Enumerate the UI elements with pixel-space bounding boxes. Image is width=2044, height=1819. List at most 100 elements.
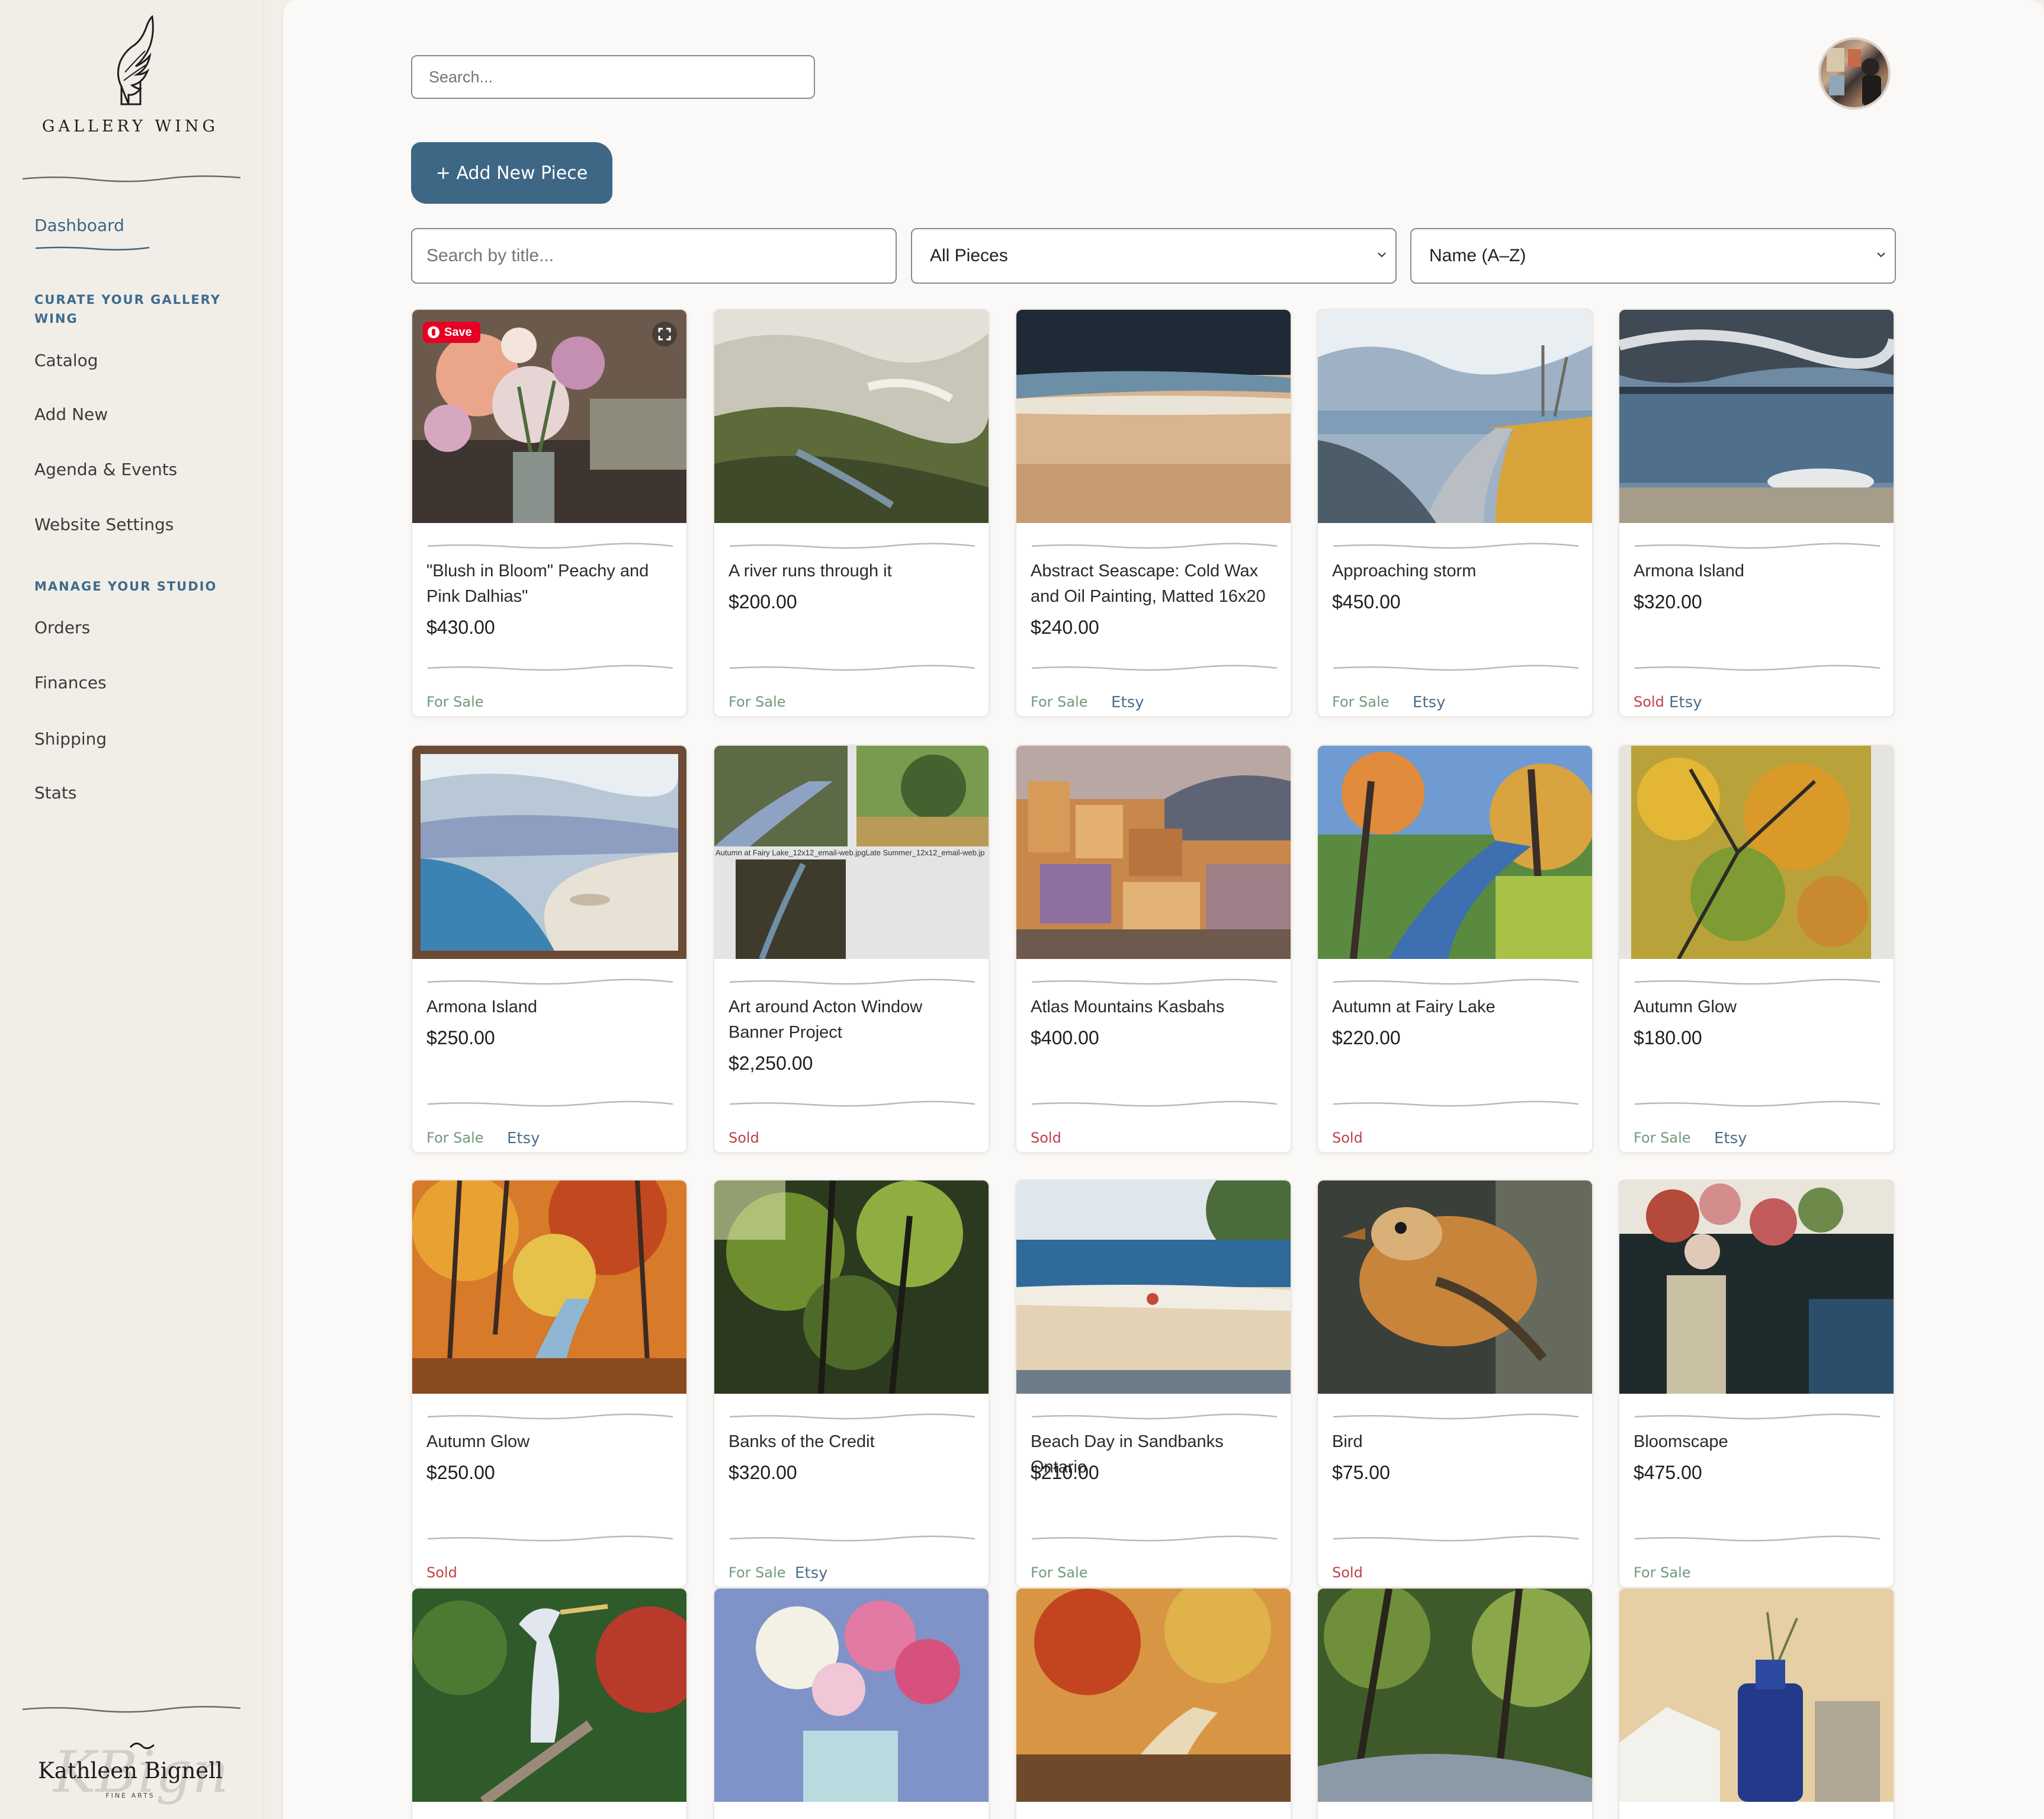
- sort-select[interactable]: Name (A–Z): [1410, 228, 1896, 284]
- status-badge: Sold: [729, 1130, 759, 1146]
- artwork-image[interactable]: [412, 746, 686, 959]
- artwork-title: Atlas Mountains Kasbahs: [1031, 997, 1225, 1016]
- artwork-image[interactable]: [1619, 1180, 1894, 1394]
- section-curate: CURATE YOUR GALLERY WING: [34, 293, 221, 326]
- etsy-link[interactable]: Etsy: [1669, 694, 1702, 711]
- artwork-image[interactable]: [714, 1589, 989, 1802]
- divider: [1031, 979, 1278, 985]
- artwork-card[interactable]: Armona Island $320.00 Sold Etsy: [1618, 309, 1895, 717]
- artwork-card[interactable]: Atlas Mountains Kasbahs $400.00 Sold: [1015, 745, 1292, 1153]
- artwork-card[interactable]: [411, 1587, 688, 1819]
- artwork-price: $450.00: [1332, 591, 1401, 612]
- wing-logo-icon[interactable]: [98, 15, 163, 110]
- avatar[interactable]: [1818, 37, 1891, 110]
- artwork-price: $320.00: [1634, 591, 1702, 612]
- status-badge: For Sale: [1634, 1564, 1691, 1581]
- artwork-price: $250.00: [426, 1027, 495, 1048]
- artwork-card[interactable]: Beach Day in Sandbanks Ontario $210.00 F…: [1015, 1179, 1292, 1588]
- status-badge: For Sale: [1634, 1130, 1691, 1146]
- divider: [427, 543, 673, 549]
- artwork-price: $250.00: [426, 1462, 495, 1483]
- etsy-link[interactable]: Etsy: [1413, 694, 1446, 711]
- artwork-image[interactable]: [1619, 1589, 1894, 1802]
- artwork-image[interactable]: [1619, 310, 1894, 523]
- status-badge: Sold: [1332, 1130, 1363, 1146]
- artwork-card[interactable]: Autumn Glow $250.00 Sold: [411, 1179, 688, 1588]
- status-badge: For Sale: [1031, 1564, 1088, 1581]
- divider: [427, 1535, 673, 1542]
- artwork-card[interactable]: Autumn at Fairy Lake_12x12_email-web.jpg…: [713, 745, 990, 1153]
- artwork-card[interactable]: Armona Island $250.00 For Sale Etsy: [411, 745, 688, 1153]
- artwork-price: $180.00: [1634, 1027, 1702, 1048]
- nav-finances[interactable]: Finances: [34, 673, 107, 692]
- etsy-link[interactable]: Etsy: [1714, 1130, 1747, 1147]
- pinterest-save-label: Save: [444, 325, 472, 339]
- artwork-card[interactable]: [1317, 1587, 1593, 1819]
- artwork-image[interactable]: [1318, 746, 1592, 959]
- artwork-image[interactable]: [1016, 310, 1291, 523]
- pinterest-save-button[interactable]: Save: [423, 322, 480, 343]
- artwork-image[interactable]: [1318, 1589, 1592, 1802]
- divider: [1031, 1535, 1278, 1542]
- artwork-image[interactable]: [412, 1180, 686, 1394]
- artwork-image[interactable]: [1016, 1180, 1291, 1394]
- artwork-card[interactable]: A river runs through it $200.00 For Sale: [713, 309, 990, 717]
- artwork-image[interactable]: [714, 310, 989, 523]
- artwork-title: "Blush in Bloom" Peachy and Pink Dalhias…: [426, 562, 649, 606]
- section-manage: MANAGE YOUR STUDIO: [34, 579, 217, 593]
- nav-catalog[interactable]: Catalog: [34, 351, 98, 370]
- nav-shipping[interactable]: Shipping: [34, 729, 107, 749]
- artwork-image[interactable]: [412, 1589, 686, 1802]
- divider: [729, 1413, 976, 1420]
- etsy-link[interactable]: Etsy: [1111, 694, 1144, 711]
- artwork-title: Abstract Seascape: Cold Wax and Oil Pain…: [1031, 562, 1266, 606]
- expand-icon[interactable]: [652, 322, 677, 347]
- artwork-card[interactable]: Approaching storm $450.00 For Sale Etsy: [1317, 309, 1593, 717]
- etsy-link[interactable]: Etsy: [795, 1564, 828, 1582]
- artwork-card[interactable]: [1618, 1587, 1895, 1819]
- main-content: + Add New Piece All Pieces Name (A–Z): [282, 0, 2044, 1819]
- status-badge: For Sale: [729, 1564, 786, 1581]
- nav-stats[interactable]: Stats: [34, 783, 76, 803]
- artwork-title: Autumn Glow: [426, 1432, 530, 1451]
- divider: [427, 665, 673, 671]
- artwork-card[interactable]: Save "Blush in Bloom" Peachy and Pink Da…: [411, 309, 688, 717]
- artwork-card[interactable]: Banks of the Credit $320.00 For Sale Ets…: [713, 1179, 990, 1588]
- nav-add-new[interactable]: Add New: [34, 405, 108, 424]
- artwork-price: $430.00: [426, 617, 495, 638]
- artwork-image[interactable]: Autumn at Fairy Lake_12x12_email-web.jpg…: [714, 746, 989, 959]
- divider: [1634, 1101, 1881, 1107]
- artwork-image[interactable]: [1318, 1180, 1592, 1394]
- artwork-card[interactable]: Bird $75.00 Sold: [1317, 1179, 1593, 1588]
- artwork-image[interactable]: [1619, 746, 1894, 959]
- divider: [427, 1413, 673, 1420]
- artwork-image[interactable]: [1016, 746, 1291, 959]
- nav-website-settings[interactable]: Website Settings: [34, 515, 174, 534]
- artwork-card[interactable]: Abstract Seascape: Cold Wax and Oil Pain…: [1015, 309, 1292, 717]
- etsy-link[interactable]: Etsy: [507, 1130, 540, 1147]
- artwork-title: Armona Island: [426, 997, 537, 1016]
- artwork-image[interactable]: [1318, 310, 1592, 523]
- artwork-card[interactable]: Bloomscape $475.00 For Sale: [1618, 1179, 1895, 1588]
- artwork-card[interactable]: [713, 1587, 990, 1819]
- status-badge: For Sale: [426, 1130, 484, 1146]
- title-search-input[interactable]: [411, 228, 897, 284]
- artwork-image[interactable]: [714, 1180, 989, 1394]
- artwork-card[interactable]: [1015, 1587, 1292, 1819]
- global-search-input[interactable]: [411, 55, 815, 99]
- artwork-price: $240.00: [1031, 617, 1099, 638]
- artwork-title: Bird: [1332, 1432, 1363, 1451]
- nav-orders[interactable]: Orders: [34, 618, 90, 637]
- nav-agenda-events[interactable]: Agenda & Events: [34, 460, 177, 479]
- nav-dashboard[interactable]: Dashboard: [34, 216, 124, 235]
- divider: [729, 543, 976, 549]
- divider: [1634, 1413, 1881, 1420]
- divider: [1031, 543, 1278, 549]
- artwork-card[interactable]: Autumn Glow $180.00 For Sale Etsy: [1618, 745, 1895, 1153]
- artwork-image[interactable]: [1016, 1589, 1291, 1802]
- status-filter-select[interactable]: All Pieces: [911, 228, 1397, 284]
- artwork-title: Banks of the Credit: [729, 1432, 875, 1451]
- divider: [729, 979, 976, 985]
- artwork-card[interactable]: Autumn at Fairy Lake $220.00 Sold: [1317, 745, 1593, 1153]
- add-new-piece-button[interactable]: + Add New Piece: [411, 142, 612, 204]
